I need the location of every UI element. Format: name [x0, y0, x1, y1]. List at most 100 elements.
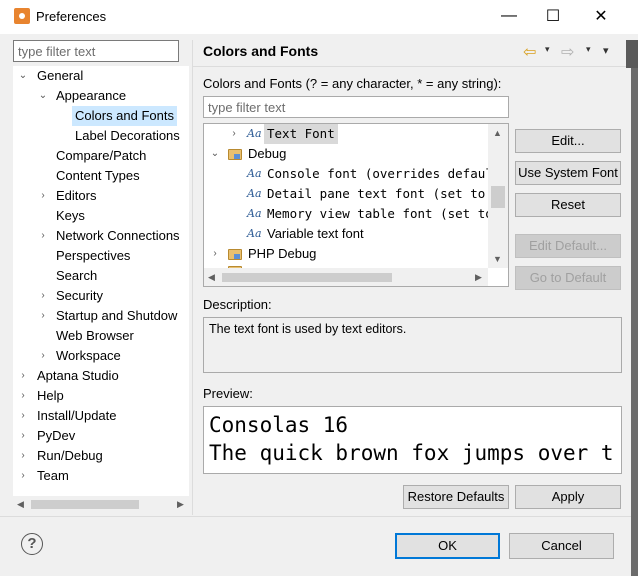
font-item-memory-view-font[interactable]: Memory view table font (set to d: [267, 204, 508, 224]
expand-toggle-icon[interactable]: ›: [18, 446, 28, 466]
tree-item-install-update[interactable]: Install/Update: [37, 406, 117, 426]
eclipse-app-icon: [14, 8, 30, 24]
tree-item-content-types[interactable]: Content Types: [56, 166, 140, 186]
colors-fonts-tree: › Aa Text Font ⌄ Debug Aa Console font (…: [203, 123, 509, 287]
ok-button[interactable]: OK: [395, 533, 500, 559]
tree-item-label-decorations[interactable]: Label Decorations: [75, 126, 180, 146]
description-box: The text font is used by text editors.: [203, 317, 622, 373]
background-window-edge: [626, 40, 638, 68]
apply-button[interactable]: Apply: [515, 485, 621, 509]
expand-toggle-icon[interactable]: ›: [210, 244, 220, 264]
font-category-debug[interactable]: Debug: [248, 144, 286, 164]
font-tree-horizontal-scrollbar[interactable]: ◀ ▶: [204, 268, 488, 286]
preference-tree: ⌄ General ⌄ Appearance Colors and Fonts …: [13, 66, 189, 496]
tree-item-perspectives[interactable]: Perspectives: [56, 246, 130, 266]
left-filter-input[interactable]: type filter text: [13, 40, 179, 62]
cancel-button[interactable]: Cancel: [509, 533, 614, 559]
colors-filter-input[interactable]: type filter text: [203, 96, 509, 118]
tree-item-editors[interactable]: Editors: [56, 186, 96, 206]
expand-toggle-icon[interactable]: ⌄: [210, 144, 220, 164]
tree-item-web-browser[interactable]: Web Browser: [56, 326, 134, 346]
font-item-text-font[interactable]: Text Font: [264, 124, 338, 144]
expand-toggle-icon[interactable]: ›: [38, 186, 48, 206]
forward-dropdown-icon[interactable]: ▾: [586, 44, 591, 55]
tree-item-help[interactable]: Help: [37, 386, 64, 406]
tree-item-network-connections[interactable]: Network Connections: [56, 226, 180, 246]
font-aa-icon: Aa: [247, 127, 262, 140]
restore-defaults-button[interactable]: Restore Defaults: [403, 485, 509, 509]
footer-divider: [0, 516, 638, 517]
scroll-thumb[interactable]: [491, 186, 505, 208]
panel-divider[interactable]: [192, 40, 193, 515]
font-aa-icon: Aa: [247, 167, 262, 180]
scroll-left-icon[interactable]: ◀: [17, 499, 24, 510]
font-aa-icon: Aa: [247, 187, 262, 200]
tree-item-general[interactable]: General: [37, 66, 83, 86]
scroll-left-icon[interactable]: ◀: [208, 272, 215, 283]
scroll-thumb[interactable]: [222, 273, 392, 282]
expand-toggle-icon[interactable]: ›: [38, 286, 48, 306]
tree-item-pydev[interactable]: PyDev: [37, 426, 75, 446]
font-item-variable-text-font[interactable]: Variable text font: [267, 224, 364, 244]
font-item-detail-pane-font[interactable]: Detail pane text font (set to de: [267, 184, 508, 204]
scroll-up-icon[interactable]: ▲: [493, 128, 502, 138]
font-category-php-debug[interactable]: PHP Debug: [248, 244, 316, 264]
tree-item-compare-patch[interactable]: Compare/Patch: [56, 146, 146, 166]
expand-toggle-icon[interactable]: ›: [18, 466, 28, 486]
preview-box: Consolas 16 The quick brown fox jumps ov…: [203, 406, 622, 474]
tree-item-startup-and-shutdown[interactable]: Startup and Shutdow: [56, 306, 177, 326]
expand-toggle-icon[interactable]: ›: [18, 406, 28, 426]
close-button[interactable]: ✕: [578, 0, 624, 32]
expand-toggle-icon[interactable]: ›: [38, 226, 48, 246]
tree-item-run-debug[interactable]: Run/Debug: [37, 446, 103, 466]
tree-item-security[interactable]: Security: [56, 286, 103, 306]
edit-default-button[interactable]: Edit Default...: [515, 234, 621, 258]
expand-toggle-icon[interactable]: ⌄: [18, 66, 28, 86]
expand-toggle-icon[interactable]: ⌄: [38, 86, 48, 106]
tree-item-keys[interactable]: Keys: [56, 206, 85, 226]
font-tree-vertical-scrollbar[interactable]: ▲ ▼: [488, 124, 508, 268]
font-aa-icon: Aa: [247, 227, 262, 240]
preview-sample-text: The quick brown fox jumps over t: [209, 441, 614, 465]
expand-toggle-icon[interactable]: ›: [18, 426, 28, 446]
back-arrow-icon[interactable]: ⇦: [523, 42, 536, 62]
preview-font-name: Consolas 16: [209, 413, 349, 437]
maximize-button[interactable]: ☐: [530, 0, 576, 32]
go-to-default-button[interactable]: Go to Default: [515, 266, 621, 290]
minimize-button[interactable]: —: [486, 0, 532, 32]
colors-fonts-label: Colors and Fonts (? = any character, * =…: [203, 76, 502, 91]
scroll-thumb[interactable]: [31, 500, 139, 509]
expand-toggle-icon[interactable]: ›: [18, 366, 28, 386]
folder-icon: [228, 149, 242, 160]
folder-icon: [228, 249, 242, 260]
help-icon[interactable]: ?: [21, 533, 43, 555]
tree-item-team[interactable]: Team: [37, 466, 69, 486]
left-horizontal-scrollbar[interactable]: ◀ ▶: [13, 496, 189, 513]
scroll-down-icon[interactable]: ▼: [493, 254, 502, 264]
tree-item-aptana-studio[interactable]: Aptana Studio: [37, 366, 119, 386]
preview-label: Preview:: [203, 386, 253, 401]
expand-toggle-icon[interactable]: ›: [18, 386, 28, 406]
tree-item-search[interactable]: Search: [56, 266, 97, 286]
expand-toggle-icon[interactable]: ›: [229, 124, 239, 144]
window-title: Preferences: [36, 9, 107, 24]
expand-toggle-icon[interactable]: ›: [38, 306, 48, 326]
reset-button[interactable]: Reset: [515, 193, 621, 217]
font-item-console-font[interactable]: Console font (overrides default:: [267, 164, 508, 184]
font-aa-icon: Aa: [247, 207, 262, 220]
description-label: Description:: [203, 297, 272, 312]
header-divider: [193, 66, 638, 67]
page-title: Colors and Fonts: [203, 43, 319, 59]
forward-arrow-icon[interactable]: ⇨: [561, 42, 574, 62]
scroll-right-icon[interactable]: ▶: [475, 272, 482, 283]
edit-button[interactable]: Edit...: [515, 129, 621, 153]
tree-item-appearance[interactable]: Appearance: [56, 86, 126, 106]
expand-toggle-icon[interactable]: ›: [38, 346, 48, 366]
back-dropdown-icon[interactable]: ▾: [545, 44, 550, 55]
tree-item-workspace[interactable]: Workspace: [56, 346, 121, 366]
use-system-font-button[interactable]: Use System Font: [515, 161, 621, 185]
scroll-right-icon[interactable]: ▶: [177, 499, 184, 510]
tree-item-colors-and-fonts[interactable]: Colors and Fonts: [72, 106, 177, 126]
view-menu-icon[interactable]: ▾: [603, 44, 609, 57]
background-window-edge: [631, 40, 638, 576]
